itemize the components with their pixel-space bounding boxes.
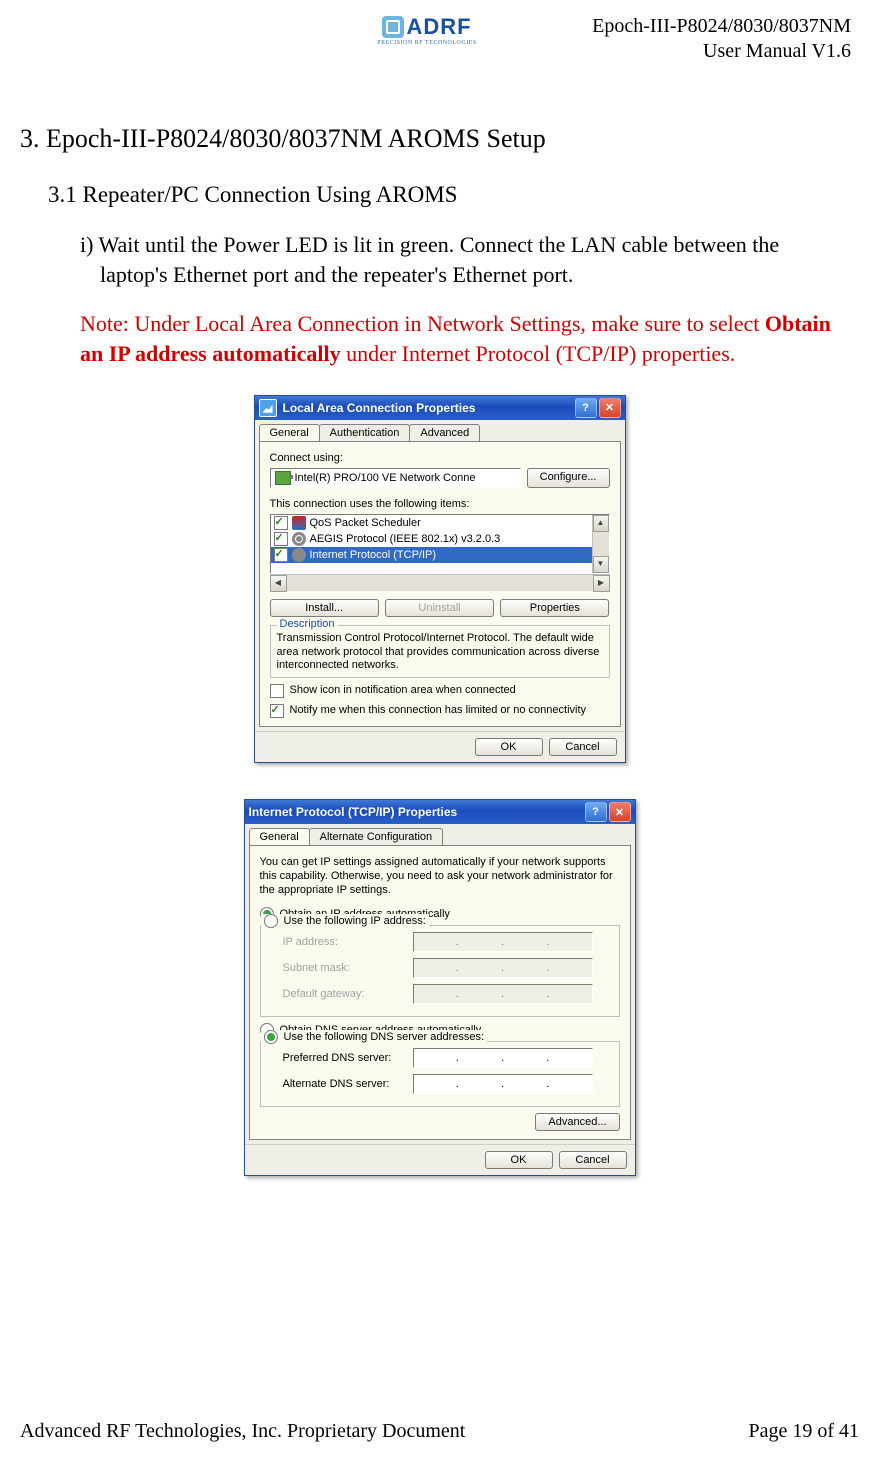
- doc-title: Epoch-III-P8024/8030/8037NM: [592, 14, 851, 39]
- checkbox-icon[interactable]: [274, 532, 288, 546]
- uninstall-button: Uninstall: [385, 599, 494, 617]
- checkbox-icon[interactable]: [274, 516, 288, 530]
- dialog-title: Local Area Connection Properties: [283, 401, 476, 415]
- ok-button[interactable]: OK: [475, 738, 543, 756]
- network-icon: [259, 399, 277, 417]
- tab-authentication[interactable]: Authentication: [319, 424, 411, 441]
- tab-general[interactable]: General: [259, 424, 320, 441]
- tab-general[interactable]: General: [249, 828, 310, 845]
- items-label: This connection uses the following items…: [270, 498, 610, 510]
- gateway-label: Default gateway:: [283, 988, 413, 1000]
- adapter-field[interactable]: Intel(R) PRO/100 VE Network Conne: [270, 468, 521, 488]
- connection-items-list[interactable]: QoS Packet Scheduler AEGIS Protocol (IEE…: [270, 514, 610, 574]
- page-footer: Advanced RF Technologies, Inc. Proprieta…: [20, 1420, 859, 1443]
- install-button[interactable]: Install...: [270, 599, 379, 617]
- titlebar[interactable]: Internet Protocol (TCP/IP) Properties ? …: [245, 800, 635, 824]
- preferred-dns-label: Preferred DNS server:: [283, 1052, 413, 1064]
- static-ip-group: Use the following IP address: IP address…: [260, 925, 620, 1017]
- radio-icon[interactable]: [264, 1030, 278, 1044]
- subnet-label: Subnet mask:: [283, 962, 413, 974]
- subnet-field: ...: [413, 958, 593, 978]
- footer-left: Advanced RF Technologies, Inc. Proprieta…: [20, 1420, 465, 1443]
- scroll-down-icon[interactable]: ▼: [593, 556, 609, 573]
- help-button[interactable]: ?: [585, 802, 607, 822]
- checkbox-icon[interactable]: [274, 548, 288, 562]
- ip-address-label: IP address:: [283, 936, 413, 948]
- radio-icon[interactable]: [264, 914, 278, 928]
- titlebar[interactable]: Local Area Connection Properties ? ✕: [255, 396, 625, 420]
- note-text: Note: Under Local Area Connection in Net…: [80, 309, 859, 368]
- scroll-right-icon[interactable]: ▶: [593, 575, 610, 592]
- tcpip-properties-dialog: Internet Protocol (TCP/IP) Properties ? …: [244, 799, 636, 1176]
- lan-properties-dialog: Local Area Connection Properties ? ✕ Gen…: [254, 395, 626, 763]
- adapter-name: Intel(R) PRO/100 VE Network Conne: [295, 472, 476, 484]
- close-button[interactable]: ✕: [599, 398, 621, 418]
- help-button[interactable]: ?: [575, 398, 597, 418]
- checkbox-icon[interactable]: [270, 704, 284, 718]
- alternate-dns-label: Alternate DNS server:: [283, 1078, 413, 1090]
- list-item[interactable]: AEGIS Protocol (IEEE 802.1x) v3.2.0.3: [271, 531, 592, 547]
- notify-option[interactable]: Notify me when this connection has limit…: [270, 704, 610, 718]
- scroll-left-icon[interactable]: ◀: [270, 575, 287, 592]
- close-button[interactable]: ✕: [609, 802, 631, 822]
- gateway-field: ...: [413, 984, 593, 1004]
- tcpip-icon: [292, 548, 306, 562]
- tab-advanced[interactable]: Advanced: [409, 424, 480, 441]
- description-text: Transmission Control Protocol/Internet P…: [277, 632, 603, 673]
- doc-version: User Manual V1.6: [592, 39, 851, 64]
- list-item-selected[interactable]: Internet Protocol (TCP/IP): [271, 547, 592, 563]
- footer-right: Page 19 of 41: [748, 1420, 859, 1443]
- logo-text: ADRF: [406, 14, 471, 40]
- logo-subtitle: PRECISION RF TECHNOLOGIES: [370, 40, 484, 46]
- tab-strip: General Alternate Configuration: [245, 824, 635, 845]
- heading-1: 3. Epoch-III-P8024/8030/8037NM AROMS Set…: [20, 124, 859, 154]
- cancel-button[interactable]: Cancel: [559, 1151, 627, 1169]
- tab-alternate[interactable]: Alternate Configuration: [309, 828, 444, 845]
- step-i: i) Wait until the Power LED is lit in gr…: [80, 230, 849, 289]
- dialog-title: Internet Protocol (TCP/IP) Properties: [249, 805, 458, 819]
- description-group: Description Transmission Control Protoco…: [270, 625, 610, 678]
- scrollbar-horizontal[interactable]: ◀ ▶: [270, 574, 610, 591]
- properties-button[interactable]: Properties: [500, 599, 609, 617]
- tab-strip: General Authentication Advanced: [255, 420, 625, 441]
- radio-static-ip[interactable]: Use the following IP address:: [261, 914, 429, 928]
- connect-using-label: Connect using:: [270, 452, 610, 464]
- alternate-dns-field[interactable]: ...: [413, 1074, 593, 1094]
- configure-button[interactable]: Configure...: [527, 468, 610, 488]
- cancel-button[interactable]: Cancel: [549, 738, 617, 756]
- show-icon-option[interactable]: Show icon in notification area when conn…: [270, 684, 610, 698]
- aegis-icon: [292, 532, 306, 546]
- logo-icon: [382, 16, 404, 38]
- preferred-dns-field[interactable]: ...: [413, 1048, 593, 1068]
- qos-icon: [292, 516, 306, 530]
- heading-2: 3.1 Repeater/PC Connection Using AROMS: [48, 182, 859, 208]
- scroll-up-icon[interactable]: ▲: [593, 515, 609, 532]
- ok-button[interactable]: OK: [485, 1151, 553, 1169]
- ip-address-field: ...: [413, 932, 593, 952]
- checkbox-icon[interactable]: [270, 684, 284, 698]
- description-title: Description: [277, 618, 338, 630]
- header-right: Epoch-III-P8024/8030/8037NM User Manual …: [592, 14, 851, 64]
- radio-static-dns[interactable]: Use the following DNS server addresses:: [261, 1030, 488, 1044]
- tcpip-explain: You can get IP settings assigned automat…: [260, 856, 620, 897]
- scrollbar-vertical[interactable]: ▲ ▼: [592, 515, 609, 573]
- list-item[interactable]: QoS Packet Scheduler: [271, 515, 592, 531]
- static-dns-group: Use the following DNS server addresses: …: [260, 1041, 620, 1107]
- logo: ADRF PRECISION RF TECHNOLOGIES: [370, 14, 484, 46]
- adapter-icon: [275, 471, 291, 485]
- advanced-button[interactable]: Advanced...: [535, 1113, 619, 1131]
